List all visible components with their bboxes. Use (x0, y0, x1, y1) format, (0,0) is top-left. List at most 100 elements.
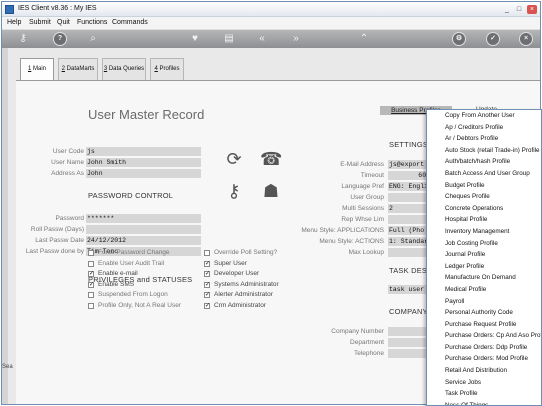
tab-data-queries[interactable]: 3 Data Queries (102, 58, 146, 80)
checkbox-right-2[interactable]: ✓ (204, 271, 210, 277)
tab-datamarts[interactable]: 2 DataMarts (58, 58, 98, 80)
privilege-label-left-4: Suspended From Logon (98, 291, 168, 298)
privilege-label-left-2: Enable e-mail (98, 270, 138, 277)
checkbox-left-2[interactable]: ✓ (88, 271, 94, 277)
profile-menu-item[interactable]: Ar / Debtors Profile (427, 133, 541, 145)
privilege-label-right-0: Override Poll Setting? (214, 249, 278, 256)
print-icon[interactable]: ▤ (222, 32, 236, 46)
profile-menu-item[interactable]: Purchase Request Profile (427, 319, 541, 331)
privilege-label-right-2: Developer User (214, 270, 260, 277)
email-label: E-Mail Address (340, 161, 384, 168)
user-name-label: User Name (51, 159, 84, 166)
profile-menu-item[interactable]: Medical Profile (427, 284, 541, 296)
window-title: IES Client v8.36 : My IES (18, 5, 97, 12)
checkbox-left-3[interactable]: ✓ (88, 281, 94, 288)
user-group-label: User Group (350, 194, 384, 201)
profile-menu-item[interactable]: Payroll (427, 296, 541, 308)
up-icon[interactable]: ⌃ (357, 32, 371, 46)
menu-help[interactable]: Help (7, 19, 21, 26)
toolbar: ⚷ ? ⌕ ♥ ▤ « » ⌃ ⚙ ✓ × (2, 30, 540, 48)
help-icon[interactable]: ? (53, 32, 67, 46)
profile-menu-item[interactable]: Service Jobs (427, 377, 541, 389)
privilege-label-right-3: Systems Administrator (214, 280, 279, 288)
search-icon[interactable]: ⌕ (86, 32, 100, 46)
profile-menu-item[interactable]: Hospital Profile (427, 214, 541, 226)
menu-functions[interactable]: Functions (77, 19, 107, 26)
profile-menu-item[interactable]: Inventory Management (427, 226, 541, 238)
checkbox-right-0[interactable] (204, 250, 210, 256)
user-code-label: User Code (52, 148, 84, 155)
confirm-icon[interactable]: ✓ (486, 32, 500, 46)
password-label: Password (55, 215, 84, 222)
profile-menu-item[interactable]: Personal Authority Code (427, 307, 541, 319)
user-name-field[interactable]: John Smith (86, 158, 201, 167)
profile-menu-item[interactable]: Purchase Orders: Mod Profile (427, 353, 541, 365)
password-field[interactable]: ******* (86, 214, 201, 223)
maximize-button[interactable]: □ (514, 5, 524, 14)
side-panel-edge (2, 48, 8, 404)
menu-quit[interactable]: Quit (57, 19, 70, 26)
checkbox-right-1[interactable]: ✓ (204, 260, 210, 267)
profile-menu-item[interactable]: Journal Profile (427, 249, 541, 261)
privilege-label-right-4: Alerter Administrator (214, 291, 273, 298)
profile-menu-item[interactable]: Concrete Operations (427, 203, 541, 215)
checkbox-left-1[interactable] (88, 260, 94, 267)
last-passw-date-field[interactable]: 24/12/2012 (86, 236, 201, 245)
last-passw-date-label: Last Passw Date (35, 237, 84, 244)
max-lookup-label: Max Lookup (348, 249, 384, 256)
timeout-label: Timeout (360, 172, 384, 179)
profile-menu-item[interactable]: Auto Stock (retail Trade-in) Profile (427, 145, 541, 157)
rep-whse-lim-label: Rep Whse Lim (341, 216, 384, 223)
checkbox-right-5[interactable]: ✓ (204, 302, 210, 309)
profile-menu-item[interactable]: Budget Profile (427, 180, 541, 192)
heart-icon[interactable]: ♥ (188, 32, 202, 46)
tab-strip: 1 Main 2 DataMarts 3 Data Queries 4 Prof… (16, 58, 516, 81)
privilege-label-left-0: Force Password Change (98, 249, 170, 256)
profile-menu-item[interactable]: Purchase Orders: Cp And Aso Profile (427, 330, 541, 342)
profile-menu-item[interactable]: Task Profile (427, 388, 541, 400)
search-stub-label: Sea (2, 364, 13, 370)
forward-icon[interactable]: » (289, 32, 303, 46)
profile-menu-item[interactable]: Batch Access And User Group (427, 168, 541, 180)
fax-machine-icon[interactable]: ☎ (260, 148, 282, 170)
checkbox-right-4[interactable]: ✓ (204, 292, 210, 298)
menu-submit[interactable]: Submit (29, 19, 51, 26)
profile-menu-item[interactable]: Job Costing Profile (427, 238, 541, 250)
address-as-field[interactable]: John (86, 169, 201, 178)
tab-profiles[interactable]: 4 Profiles (150, 58, 184, 80)
menu-commands[interactable]: Commands (112, 19, 148, 26)
app-logo-icon (5, 5, 14, 14)
profile-menu-item[interactable]: Ledger Profile (427, 261, 541, 273)
checkbox-left-5[interactable] (88, 302, 94, 309)
profile-menu-item[interactable]: Cheques Profile (427, 191, 541, 203)
minimize-button[interactable]: _ (502, 5, 512, 14)
business-profiles-menu: Copy From Another User Ap / Creditors Pro… (426, 109, 542, 406)
tab-main[interactable]: 1 Main (20, 58, 54, 81)
close-window-button[interactable]: × (527, 5, 537, 14)
checkbox-left-0[interactable] (88, 250, 94, 256)
user-code-field[interactable]: js (86, 147, 201, 156)
refresh-icon[interactable]: ⟳ (223, 148, 245, 170)
profile-menu-item[interactable]: Ness Of Things (427, 400, 541, 405)
users-group-icon[interactable]: ☗ (260, 180, 282, 202)
profile-menu-item[interactable]: Purchase Orders: Ddp Profile (427, 342, 541, 354)
key-icon[interactable]: ⚷ (16, 32, 30, 46)
checkbox-left-4[interactable] (88, 292, 94, 298)
profile-menu-item[interactable]: Ap / Creditors Profile (427, 122, 541, 134)
roll-passw-label: Roll Passw (Days) (30, 226, 84, 233)
profile-menu-item[interactable]: Copy From Another User (427, 110, 541, 122)
privilege-label-right-5: Crm Administrator (214, 301, 267, 309)
roll-passw-field[interactable] (86, 225, 201, 234)
page-title: User Master Record (88, 107, 205, 122)
multi-sessions-label: Multi Sessions (342, 205, 384, 212)
keys-icon[interactable]: ⚷ (223, 180, 245, 202)
password-control-heading: PASSWORD CONTROL (88, 191, 174, 200)
close-icon[interactable]: × (519, 32, 533, 46)
back-icon[interactable]: « (255, 32, 269, 46)
profile-menu-item[interactable]: Auth/batch/hash Profile (427, 156, 541, 168)
profile-menu-item[interactable]: Manufacture On Demand (427, 272, 541, 284)
privilege-label-left-1: Enable User Audit Trail (98, 259, 165, 267)
profile-menu-item[interactable]: Retail And Distribution (427, 365, 541, 377)
checkbox-right-3[interactable]: ✓ (204, 281, 210, 288)
settings-icon[interactable]: ⚙ (452, 32, 466, 46)
